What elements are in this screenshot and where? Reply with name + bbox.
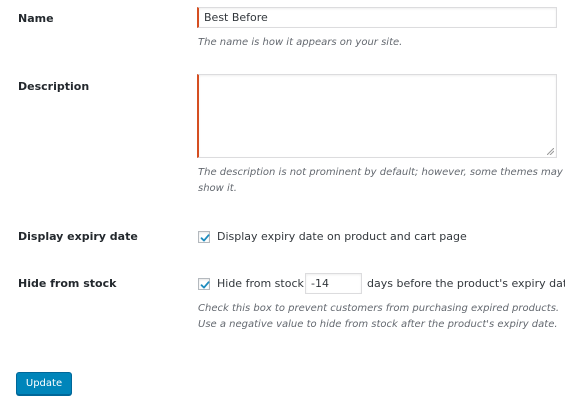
resize-handle-icon[interactable] <box>547 148 554 155</box>
description-help: The description is not prominent by defa… <box>198 167 563 194</box>
display-expiry-label: Display expiry date <box>18 230 138 243</box>
hide-from-stock-checkbox-label[interactable]: Hide from stock <box>217 277 304 290</box>
update-button[interactable]: Update <box>16 372 72 395</box>
description-label: Description <box>18 80 90 93</box>
edit-form: Name Best Before The name is how it appe… <box>0 0 565 401</box>
display-expiry-checkbox[interactable] <box>198 231 210 243</box>
hide-days-input[interactable]: -14 <box>305 273 362 294</box>
name-label: Name <box>18 12 54 25</box>
hide-help-line2: Use a negative value to hide from stock … <box>198 319 558 330</box>
hide-days-suffix: days before the product's expiry date <box>367 277 565 290</box>
hide-from-stock-label: Hide from stock <box>18 277 117 290</box>
description-textarea[interactable] <box>197 74 557 158</box>
hide-from-stock-checkbox[interactable] <box>198 278 210 290</box>
hide-help-line1: Check this box to prevent customers from… <box>198 303 560 314</box>
checkmark-icon <box>200 281 210 289</box>
checkmark-icon <box>200 234 210 242</box>
name-input[interactable]: Best Before <box>197 7 557 28</box>
name-help: The name is how it appears on your site. <box>198 37 403 48</box>
display-expiry-checkbox-label[interactable]: Display expiry date on product and cart … <box>217 230 467 243</box>
